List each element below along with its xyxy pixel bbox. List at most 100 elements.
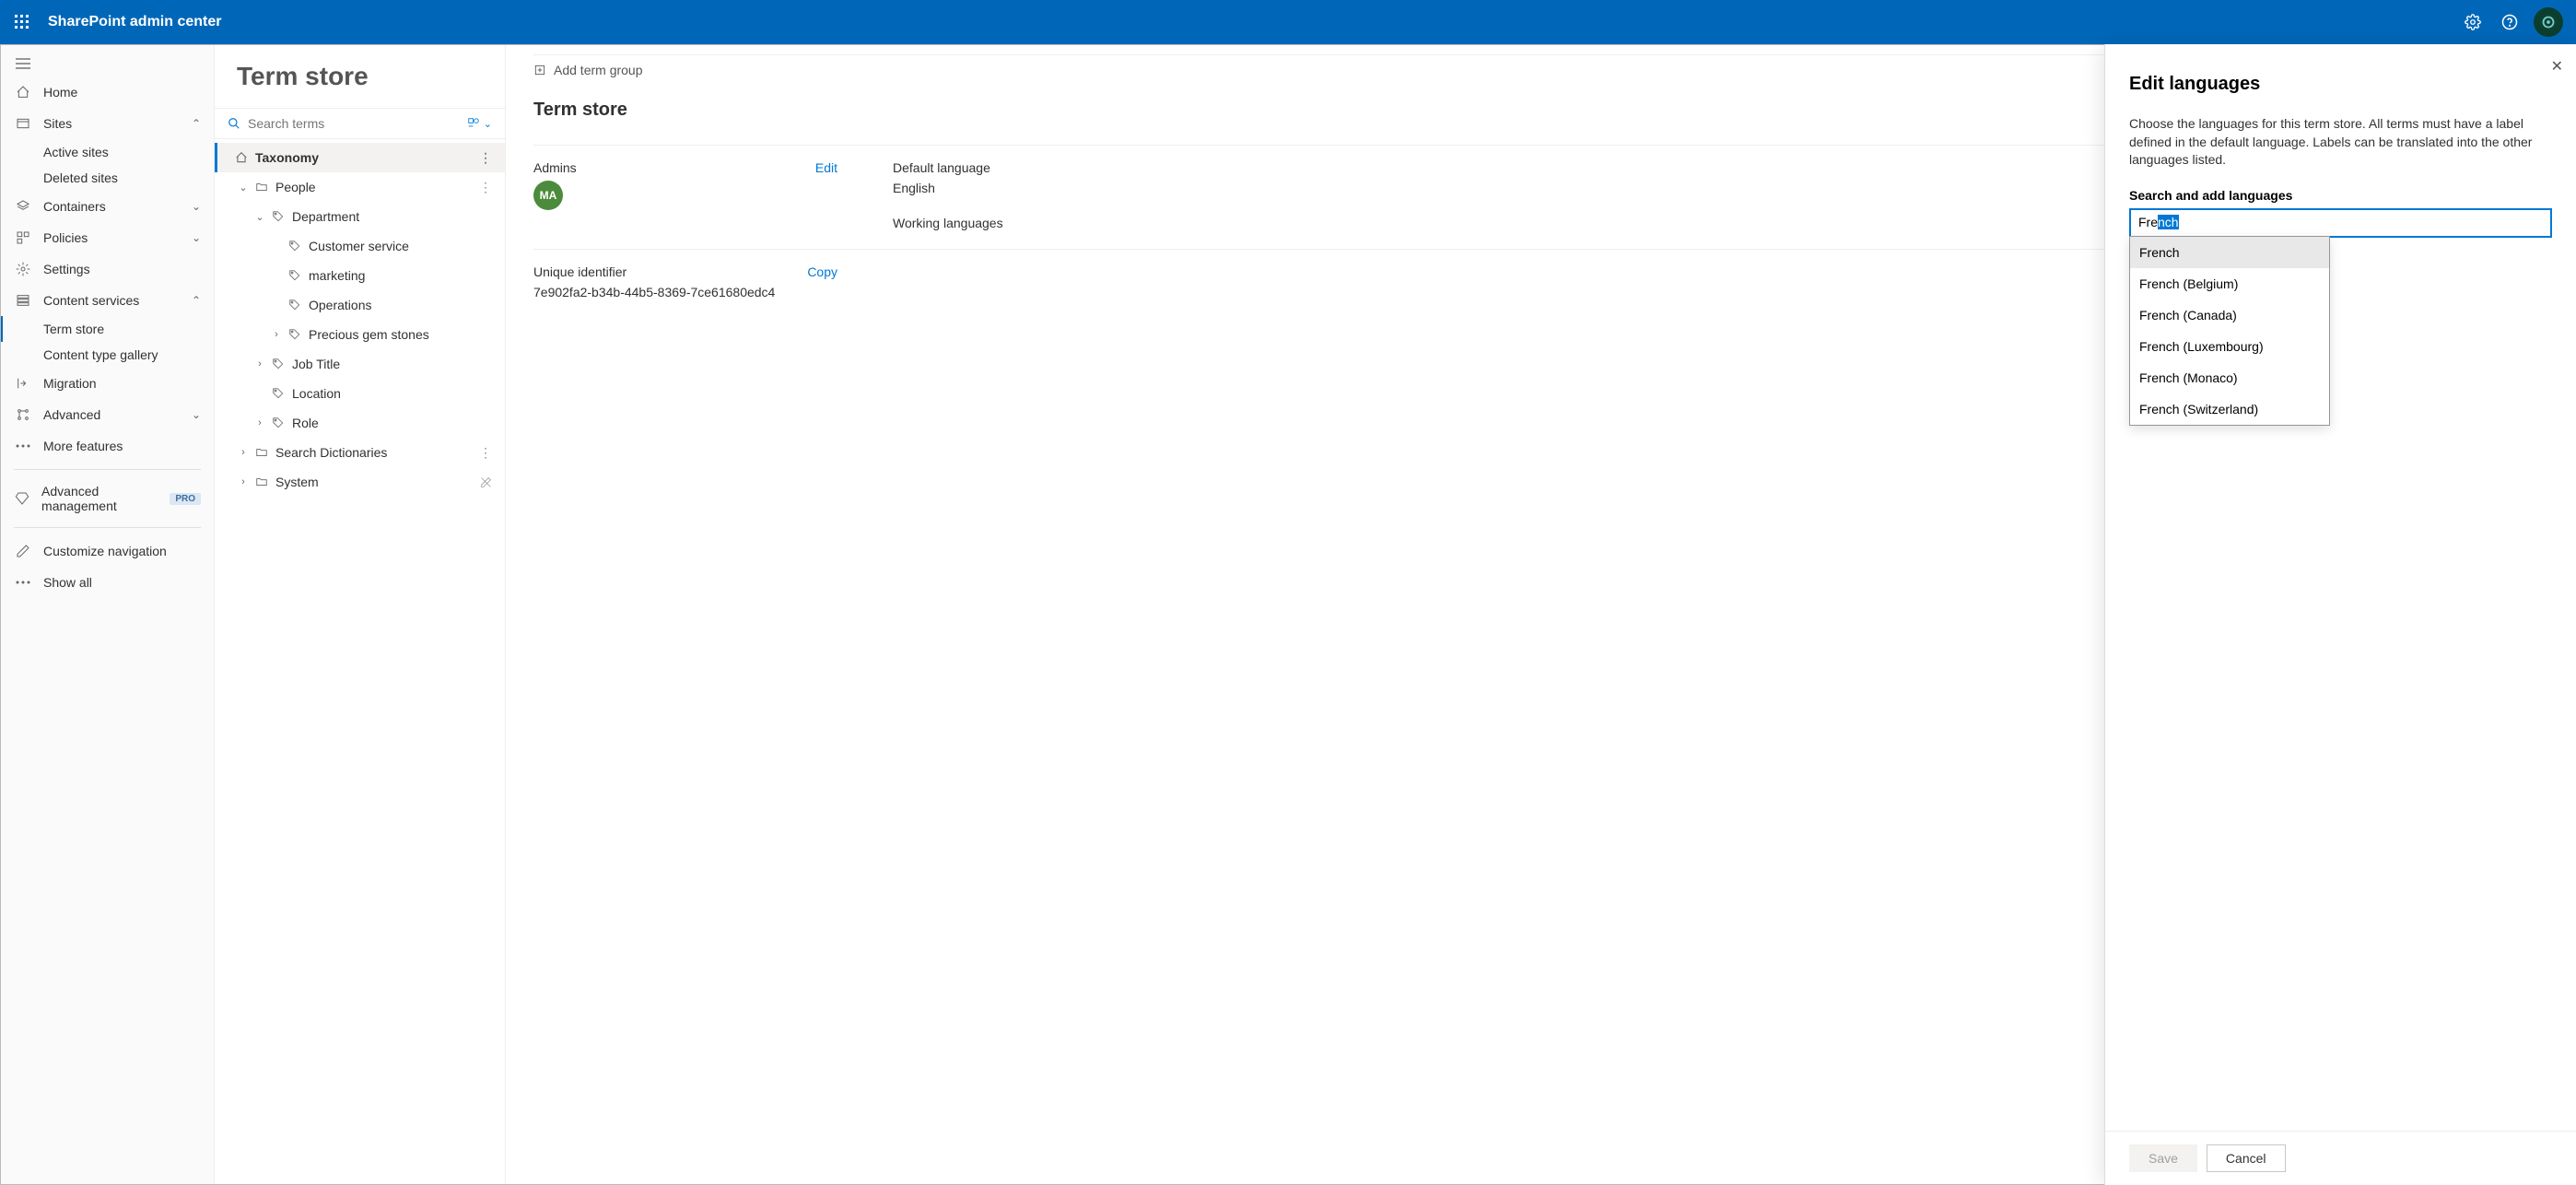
- nav-content-type-gallery[interactable]: Content type gallery: [1, 342, 214, 368]
- close-icon[interactable]: ✕: [2551, 57, 2563, 76]
- tag-icon: [270, 387, 287, 400]
- tree-marketing[interactable]: marketing: [215, 261, 505, 290]
- language-option[interactable]: French (Switzerland): [2130, 393, 2329, 425]
- page-title: Term store: [215, 45, 505, 108]
- nav-advanced[interactable]: Advanced ⌄: [1, 399, 214, 430]
- edit-admins-link[interactable]: Edit: [815, 160, 837, 175]
- nav-customize[interactable]: Customize navigation: [1, 535, 214, 567]
- more-icon[interactable]: ⋮: [479, 180, 492, 195]
- chevron-down-icon[interactable]: ⌄: [237, 182, 250, 194]
- tag-icon: [287, 299, 303, 311]
- tree-label: Role: [292, 416, 319, 430]
- nav-collapse-icon[interactable]: [1, 51, 214, 76]
- nav-show-all[interactable]: Show all: [1, 567, 214, 598]
- search-languages-label: Search and add languages: [2129, 188, 2552, 203]
- home-icon: [233, 151, 250, 164]
- copy-id-link[interactable]: Copy: [807, 264, 837, 279]
- chevron-right-icon[interactable]: ›: [253, 417, 266, 428]
- tag-icon: [270, 358, 287, 370]
- tree-department[interactable]: ⌄ Department: [215, 202, 505, 231]
- nav-label: More features: [43, 439, 123, 453]
- nav-content-services[interactable]: Content services ⌃: [1, 285, 214, 316]
- nav-migration[interactable]: Migration: [1, 368, 214, 399]
- search-terms-input[interactable]: [248, 116, 467, 131]
- tree-label: Customer service: [309, 239, 409, 253]
- tree-people[interactable]: ⌄ People ⋮: [215, 172, 505, 202]
- nav-settings[interactable]: Settings: [1, 253, 214, 285]
- cancel-button[interactable]: Cancel: [2207, 1144, 2286, 1172]
- tree-precious-gem-stones[interactable]: › Precious gem stones: [215, 320, 505, 349]
- tree-customer-service[interactable]: Customer service: [215, 231, 505, 261]
- left-nav: Home Sites ⌃ Active sites Deleted sites …: [1, 45, 215, 1184]
- chevron-down-icon: ⌄: [484, 118, 492, 130]
- chevron-down-icon[interactable]: ⌄: [253, 211, 266, 223]
- nav-term-store[interactable]: Term store: [1, 316, 214, 342]
- default-lang-label: Default language: [893, 160, 990, 175]
- search-languages-input[interactable]: French French French (Belgium) French (C…: [2129, 208, 2552, 238]
- more-icon[interactable]: ⋮: [479, 445, 492, 461]
- nav-label: Advanced management: [41, 484, 164, 513]
- edit-languages-panel: ✕ Edit languages Choose the languages fo…: [2104, 44, 2576, 1185]
- nav-deleted-sites[interactable]: Deleted sites: [1, 165, 214, 191]
- user-avatar[interactable]: [2534, 7, 2563, 37]
- more-icon[interactable]: ⋮: [479, 150, 492, 166]
- diamond-icon: [14, 489, 30, 508]
- nav-advanced-management[interactable]: Advanced management PRO: [1, 477, 214, 520]
- help-icon[interactable]: [2491, 0, 2528, 44]
- tree-label: People: [275, 180, 316, 194]
- chevron-down-icon: ⌄: [192, 408, 201, 421]
- chevron-right-icon[interactable]: ›: [270, 329, 283, 340]
- nav-containers[interactable]: Containers ⌄: [1, 191, 214, 222]
- save-button[interactable]: Save: [2129, 1144, 2197, 1172]
- unique-id-value: 7e902fa2-b34b-44b5-8369-7ce61680edc4: [533, 285, 837, 299]
- folder-icon: [253, 446, 270, 459]
- folder-icon: [253, 475, 270, 488]
- tree-system[interactable]: › System: [215, 467, 505, 497]
- unique-id-label: Unique identifier: [533, 264, 626, 279]
- tree-operations[interactable]: Operations: [215, 290, 505, 320]
- app-launcher-icon[interactable]: [7, 7, 37, 37]
- tree-role[interactable]: › Role: [215, 408, 505, 438]
- tree-label: Taxonomy: [255, 150, 319, 165]
- nav-label: Show all: [43, 575, 92, 590]
- app-title: SharePoint admin center: [48, 14, 222, 30]
- chevron-right-icon[interactable]: ›: [253, 358, 266, 370]
- nav-active-sites[interactable]: Active sites: [1, 139, 214, 165]
- tree-job-title[interactable]: › Job Title: [215, 349, 505, 379]
- panel-title: Edit languages: [2129, 74, 2552, 95]
- nav-more-features[interactable]: More features: [1, 430, 214, 462]
- chevron-right-icon[interactable]: ›: [237, 476, 250, 487]
- tree-label: Department: [292, 209, 359, 224]
- chevron-up-icon: ⌃: [192, 294, 201, 307]
- tree-search-dictionaries[interactable]: › Search Dictionaries ⋮: [215, 438, 505, 467]
- migration-icon: [14, 374, 32, 393]
- nav-policies[interactable]: Policies ⌄: [1, 222, 214, 253]
- tree-label: Job Title: [292, 357, 340, 371]
- tree-location[interactable]: Location: [215, 379, 505, 408]
- language-option[interactable]: French (Canada): [2130, 299, 2329, 331]
- admin-avatar: MA: [533, 181, 563, 210]
- tree-label: Operations: [309, 298, 371, 312]
- language-option[interactable]: French (Monaco): [2130, 362, 2329, 393]
- language-dropdown: French French (Belgium) French (Canada) …: [2129, 236, 2330, 426]
- filter-icon[interactable]: ⌄: [467, 117, 492, 130]
- settings-icon[interactable]: [2454, 0, 2491, 44]
- chevron-right-icon[interactable]: ›: [237, 447, 250, 458]
- admins-label: Admins: [533, 160, 577, 175]
- tree-taxonomy[interactable]: Taxonomy ⋮: [215, 143, 505, 172]
- home-icon: [14, 83, 32, 101]
- gear-icon: [14, 260, 32, 278]
- nav-sites[interactable]: Sites ⌃: [1, 108, 214, 139]
- nav-label: Sites: [43, 116, 72, 131]
- add-link-label: Add term group: [554, 63, 643, 77]
- tree-label: Search Dictionaries: [275, 445, 387, 460]
- language-option[interactable]: French: [2130, 237, 2329, 268]
- language-option[interactable]: French (Belgium): [2130, 268, 2329, 299]
- edit-icon: [14, 542, 32, 560]
- panel-description: Choose the languages for this term store…: [2129, 115, 2552, 170]
- nav-label: Advanced: [43, 407, 100, 422]
- chevron-down-icon: ⌄: [192, 200, 201, 213]
- taxonomy-tree: Taxonomy ⋮ ⌄ People ⋮ ⌄ Department Custo…: [215, 139, 505, 1184]
- language-option[interactable]: French (Luxembourg): [2130, 331, 2329, 362]
- nav-home[interactable]: Home: [1, 76, 214, 108]
